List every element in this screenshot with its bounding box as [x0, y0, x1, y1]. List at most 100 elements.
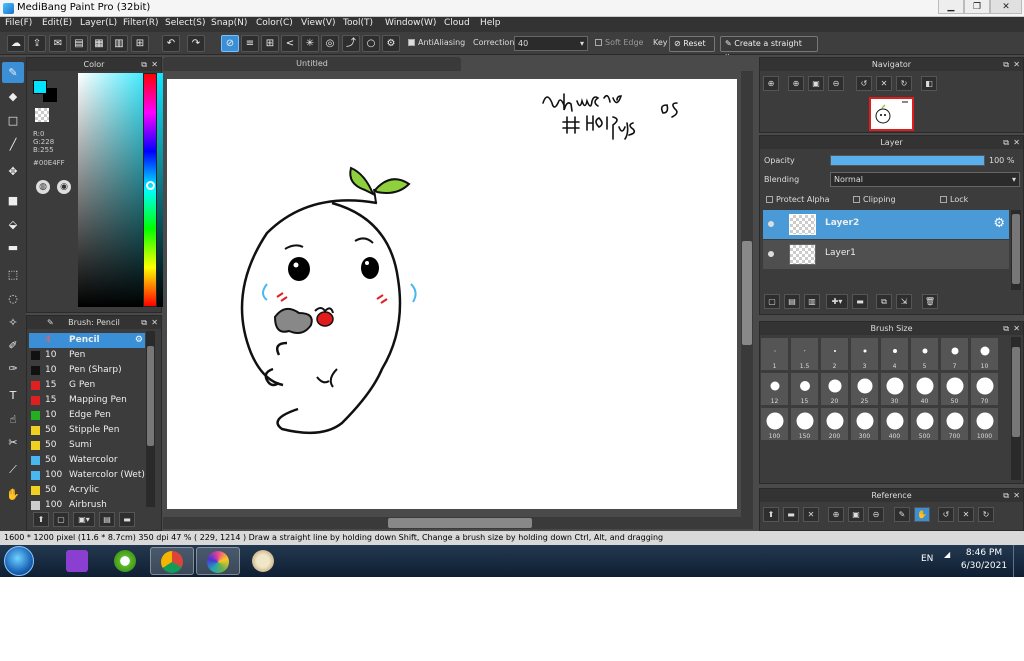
reset-button[interactable]: ⊘ Reset — [669, 36, 715, 52]
brush-size-option[interactable]: 3 — [850, 337, 879, 371]
show-desktop-button[interactable] — [1013, 545, 1024, 577]
new-folder-icon[interactable]: ▬ — [852, 294, 868, 309]
brush-size-option[interactable]: 40 — [910, 372, 939, 406]
brush-size-option[interactable]: 70 — [970, 372, 999, 406]
divide-tool-icon[interactable]: ✂ — [2, 432, 24, 453]
zoom-out-icon[interactable]: ⊖ — [868, 507, 884, 522]
hue-slider[interactable] — [143, 73, 157, 307]
concentric-snap-icon[interactable]: ◎ — [321, 35, 339, 52]
open-folder-icon[interactable]: ▬ — [783, 507, 799, 522]
eyedropper-icon[interactable]: ✎ — [894, 507, 910, 522]
eraser-tool-icon[interactable]: ◆ — [2, 86, 24, 107]
rotate-left-icon[interactable]: ↺ — [938, 507, 954, 522]
blending-select[interactable]: Normal ▾ — [830, 172, 1020, 187]
rotate-right-icon[interactable]: ↻ — [896, 76, 912, 91]
undock-icon[interactable]: ⧉ — [1003, 322, 1009, 335]
text-tool-icon[interactable]: T — [2, 385, 24, 406]
delete-layer-icon[interactable]: 🗑 — [922, 294, 938, 309]
undock-icon[interactable]: ⧉ — [1003, 489, 1009, 502]
brush-size-option[interactable]: 20 — [820, 372, 849, 406]
brush-item[interactable]: 100 Airbrush — [29, 498, 145, 513]
protect-alpha-checkbox[interactable]: Protect Alpha — [766, 195, 830, 204]
reset-view-icon[interactable]: ✕ — [958, 507, 974, 522]
brush-item[interactable]: 50 Acrylic — [29, 483, 145, 498]
zoom-in-small-icon[interactable]: ⊕ — [788, 76, 804, 91]
clock[interactable]: 8:46 PM 6/30/2021 — [960, 547, 1008, 573]
menu-layer[interactable]: Layer(L) — [80, 18, 117, 28]
document-icon[interactable]: ▦ — [90, 35, 108, 52]
brush-size-option[interactable]: 5 — [910, 337, 939, 371]
brush-item[interactable]: 4 Pencil ⚙ — [29, 333, 145, 348]
close-icon[interactable]: ✕ — [151, 316, 158, 329]
medibang-taskbar-button[interactable] — [196, 547, 240, 575]
undock-icon[interactable]: ⧉ — [1003, 136, 1009, 149]
dot-tool-icon[interactable]: □ — [2, 110, 24, 131]
language-indicator[interactable]: EN — [921, 554, 933, 564]
menu-tool[interactable]: Tool(T) — [343, 18, 373, 28]
close-icon[interactable]: ✕ — [1013, 136, 1020, 149]
new-brush-icon[interactable]: ▢ — [53, 512, 69, 527]
brush-size-option[interactable]: 15 — [790, 372, 819, 406]
rotate-right-icon[interactable]: ↻ — [978, 507, 994, 522]
radial-snap-icon[interactable]: ✳ — [301, 35, 319, 52]
correction-select[interactable]: 40 ▾ — [514, 36, 588, 51]
brush-item[interactable]: 15 G Pen — [29, 378, 145, 393]
zoom-out-icon[interactable]: ⊖ — [828, 76, 844, 91]
visibility-icon[interactable] — [768, 221, 774, 227]
brush-size-option[interactable]: 12 — [760, 372, 789, 406]
layer-list-scrollbar[interactable] — [1011, 210, 1021, 290]
cross-snap-icon[interactable]: ⊞ — [261, 35, 279, 52]
layer-row[interactable]: Layer2 ⚙ — [763, 210, 1009, 239]
chat-icon[interactable]: ▤ — [70, 35, 88, 52]
brush-size-option[interactable]: 200 — [820, 407, 849, 441]
clipping-checkbox[interactable]: Clipping — [853, 195, 896, 204]
brush-size-scrollbar[interactable] — [1011, 337, 1021, 480]
add-brush-icon[interactable]: ⬆ — [33, 512, 49, 527]
brush-size-option[interactable]: 1000 — [970, 407, 999, 441]
share-icon[interactable]: ⇪ — [28, 35, 46, 52]
select-pen-tool-icon[interactable]: ✐ — [2, 335, 24, 356]
brush-size-option[interactable]: 1.5 — [790, 337, 819, 371]
brush-size-option[interactable]: 100 — [760, 407, 789, 441]
undock-icon[interactable]: ⧉ — [141, 316, 147, 329]
new-halftone-layer-icon[interactable]: ▤ — [784, 294, 800, 309]
minimize-button[interactable]: ▁ — [938, 0, 964, 14]
hand-icon[interactable]: ✋ — [914, 507, 930, 522]
brush-size-option[interactable]: 2 — [820, 337, 849, 371]
parallel-snap-icon[interactable]: ≡ — [241, 35, 259, 52]
transparent-color-swatch[interactable] — [35, 108, 49, 122]
brush-size-option[interactable]: 1 — [760, 337, 789, 371]
navigator-preview[interactable] — [869, 97, 914, 131]
circle-snap-icon[interactable]: ○ — [362, 35, 380, 52]
hand-tool-icon[interactable]: ✋ — [2, 484, 24, 505]
menu-file[interactable]: File(F) — [5, 18, 32, 28]
curve-snap-icon[interactable]: ⤴ — [342, 35, 360, 52]
flip-icon[interactable]: ◧ — [921, 76, 937, 91]
close-icon[interactable]: ✕ — [1013, 58, 1020, 71]
zoom-in-icon[interactable]: ⊕ — [828, 507, 844, 522]
redo-icon[interactable]: ↷ — [187, 35, 205, 52]
new-layer-icon[interactable]: ▢ — [764, 294, 780, 309]
chrome-taskbar-button[interactable] — [150, 547, 194, 575]
close-reference-icon[interactable]: ✕ — [803, 507, 819, 522]
gear-icon[interactable]: ⚙ — [135, 333, 143, 348]
hue-slider-handle[interactable] — [146, 181, 155, 190]
menu-help[interactable]: Help — [480, 18, 501, 28]
brush-item[interactable]: 50 Sumi — [29, 438, 145, 453]
brush-item[interactable]: 10 Pen (Sharp) — [29, 363, 145, 378]
comment-icon[interactable]: ✉ — [49, 35, 67, 52]
close-icon[interactable]: ✕ — [1013, 322, 1020, 335]
scrollbar-thumb[interactable] — [147, 346, 154, 446]
close-icon[interactable]: ✕ — [151, 58, 158, 71]
layer-row[interactable]: Layer1 — [763, 240, 1009, 269]
duplicate-layer-icon[interactable]: ⧉ — [876, 294, 892, 309]
lasso-tool-icon[interactable]: ◌ — [2, 288, 24, 309]
brush-size-option[interactable]: 4 — [880, 337, 909, 371]
merge-layer-icon[interactable]: ⇲ — [896, 294, 912, 309]
windows-start-icon[interactable] — [4, 546, 34, 576]
new-8bit-layer-icon[interactable]: ▥ — [804, 294, 820, 309]
soft-edge-checkbox[interactable]: Soft Edge — [595, 38, 643, 47]
menu-snap[interactable]: Snap(N) — [211, 18, 247, 28]
zoom-in-icon[interactable]: ⊕ — [763, 76, 779, 91]
fill-tool-icon[interactable]: ⬙ — [2, 214, 24, 235]
